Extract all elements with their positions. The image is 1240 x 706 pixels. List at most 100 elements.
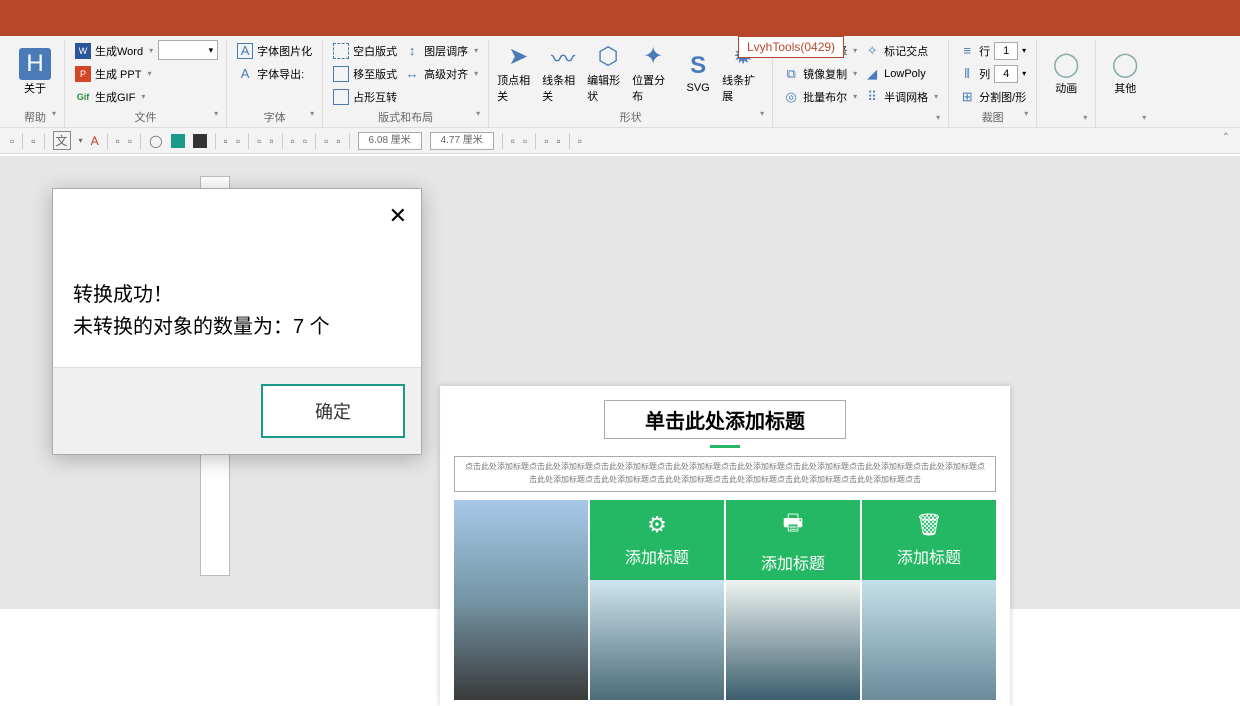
vertex-button[interactable]: ➤顶点相关 xyxy=(497,40,539,104)
printer-icon: 🖶 xyxy=(783,506,804,544)
ppt-icon: P xyxy=(75,66,91,82)
line-button[interactable]: 〰线条相关 xyxy=(542,40,584,104)
cross-label: 标记交点 xyxy=(884,43,928,59)
blank-icon xyxy=(333,43,349,59)
layer-icon: ↕ xyxy=(404,43,420,59)
gen-gif-label: 生成GIF xyxy=(95,89,135,105)
ok-button[interactable]: 确定 xyxy=(261,384,405,438)
qat-item[interactable]: ◯ xyxy=(149,134,162,148)
color-swatch[interactable] xyxy=(193,134,207,148)
group-layout-label: 版式和布局 xyxy=(331,107,480,127)
layer-order-button[interactable]: ↕图层调序 xyxy=(402,40,480,61)
bool-icon: ◎ xyxy=(783,89,799,105)
close-button[interactable]: ✕ xyxy=(389,203,407,229)
height-input[interactable]: 4.77 厘米 xyxy=(430,132,494,150)
adv-align-button[interactable]: ↔高级对齐 xyxy=(402,63,480,84)
mirror-copy-button[interactable]: ⧉镜像复制 xyxy=(781,63,859,84)
split-icon: ⊞ xyxy=(959,89,975,105)
blank-layout-button[interactable]: 空白版式 xyxy=(331,40,399,61)
row-icon: ≡ xyxy=(959,43,975,59)
qat-item[interactable]: ▫ xyxy=(556,134,560,148)
qat-item[interactable]: ▫ xyxy=(31,134,35,148)
align-label: 高级对齐 xyxy=(424,66,468,82)
qat-item[interactable]: ▫ xyxy=(291,134,295,148)
gen-ppt-button[interactable]: P生成 PPT xyxy=(73,63,155,84)
trash-icon: 🗑 xyxy=(915,512,943,538)
qat-item[interactable]: ▫ xyxy=(224,134,228,148)
title-placeholder[interactable]: 单击此处添加标题 xyxy=(604,400,846,439)
font-indicator[interactable]: 文 xyxy=(53,131,71,150)
qat-item[interactable]: ▫ xyxy=(578,134,582,148)
card-cell[interactable]: ⚙添加标题 xyxy=(590,500,724,700)
move-layout-button[interactable]: 移至版式 xyxy=(331,63,399,84)
qat-item[interactable]: ▫ xyxy=(236,134,240,148)
vertex-label: 顶点相关 xyxy=(497,72,539,104)
halftone-icon: ⠿ xyxy=(864,89,880,105)
halftone-button[interactable]: ⠿半调网格 xyxy=(862,86,940,107)
blank-label: 空白版式 xyxy=(353,43,397,59)
card-cell[interactable]: 🗑添加标题 xyxy=(862,500,996,700)
gen-gif-button[interactable]: Gif生成GIF xyxy=(73,86,155,107)
mark-cross-button[interactable]: ✧标记交点 xyxy=(862,40,940,61)
dialog-footer: 确定 xyxy=(53,367,421,454)
card-title: 添加标题 xyxy=(625,544,689,568)
group-crop-label: 裁图 xyxy=(957,107,1028,127)
lowpoly-button[interactable]: ◢LowPoly xyxy=(862,63,940,84)
subtitle-placeholder[interactable]: 点击此处添加标题点击此处添加标题点击此处添加标题点击此处添加标题点击此处添加标题… xyxy=(454,456,996,492)
other-button[interactable]: ◯其他 xyxy=(1104,40,1146,104)
image-cell[interactable] xyxy=(454,500,588,700)
font-to-image-button[interactable]: A字体图片化 xyxy=(235,40,314,61)
color-swatch[interactable] xyxy=(171,134,185,148)
batch-bool-button[interactable]: ◎批量布尔 xyxy=(781,86,859,107)
gen-word-label: 生成Word xyxy=(95,43,143,59)
swap-label: 占形互转 xyxy=(353,89,397,105)
qat-item[interactable]: ▫ xyxy=(303,134,307,148)
width-input[interactable]: 6.08 厘米 xyxy=(358,132,422,150)
edit-shape-button[interactable]: ⬡编辑形状 xyxy=(587,40,629,104)
move-icon xyxy=(333,66,349,82)
qat-item[interactable]: ▫ xyxy=(116,134,120,148)
slide-title: 单击此处添加标题 xyxy=(605,401,845,438)
collapse-ribbon-button[interactable]: ⌃ xyxy=(1222,132,1230,143)
mirror-label: 镜像复制 xyxy=(803,66,847,82)
col-input[interactable] xyxy=(994,65,1018,83)
col-button[interactable]: ⦀列 ▾ xyxy=(957,63,1028,84)
qat-item[interactable]: ▫ xyxy=(336,134,340,148)
title-underline xyxy=(710,445,740,448)
qat-item[interactable]: ▫ xyxy=(257,134,261,148)
slide-canvas[interactable]: 单击此处添加标题 点击此处添加标题点击此处添加标题点击此处添加标题点击此处添加标… xyxy=(440,386,1010,706)
qat-item[interactable]: ▫ xyxy=(269,134,273,148)
swap-shape-button[interactable]: 占形互转 xyxy=(331,86,399,107)
svg-button[interactable]: SSVG xyxy=(677,40,719,104)
svg-label: SVG xyxy=(687,82,710,94)
card-cell[interactable]: 🖶添加标题 xyxy=(726,500,860,700)
addin-tag: LvyhTools(0429) xyxy=(738,36,844,58)
about-button[interactable]: H 关于 xyxy=(14,40,56,104)
qat-item[interactable]: ▫ xyxy=(128,134,132,148)
split-button[interactable]: ⊞分割图/形 xyxy=(957,86,1028,107)
group-anim-label xyxy=(1045,111,1087,127)
row-input[interactable] xyxy=(994,42,1018,60)
file-dropdown[interactable]: ▾ xyxy=(158,40,218,60)
qat-item[interactable]: ▫ xyxy=(10,134,14,148)
dist-icon: ✦ xyxy=(637,40,669,72)
other-label: 其他 xyxy=(1114,80,1136,96)
font-color-button[interactable]: A xyxy=(91,134,99,148)
qat-item[interactable]: ▫ xyxy=(544,134,548,148)
other-icon: ◯ xyxy=(1109,48,1141,80)
about-icon: H xyxy=(19,48,51,80)
row-button[interactable]: ≡行 ▾ xyxy=(957,40,1028,61)
about-label: 关于 xyxy=(24,80,46,96)
anim-button[interactable]: ◯动画 xyxy=(1045,40,1087,104)
qat-item[interactable]: ▫ xyxy=(324,134,328,148)
qat-item[interactable]: ▫ xyxy=(511,134,515,148)
word-icon: W xyxy=(75,43,91,59)
card-image xyxy=(726,580,860,700)
qat-item[interactable]: ▫ xyxy=(523,134,527,148)
distribute-button[interactable]: ✦位置分布 xyxy=(632,40,674,104)
font-export-button[interactable]: A字体导出: xyxy=(235,63,314,84)
group-other-label xyxy=(1104,111,1146,127)
mirror-icon: ⧉ xyxy=(783,66,799,82)
gen-word-button[interactable]: W生成Word xyxy=(73,40,155,61)
row-label: 行 xyxy=(979,43,990,59)
